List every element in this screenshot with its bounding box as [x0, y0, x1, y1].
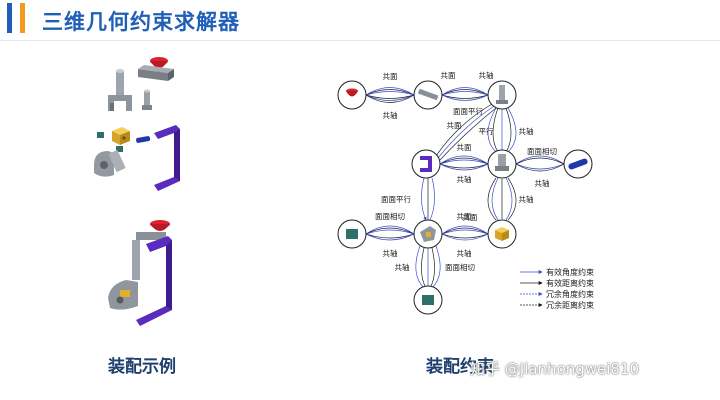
- assembled-clamp-illustration: [108, 220, 172, 326]
- legend-item-redundant-distance: 冗余距离约束: [520, 300, 594, 310]
- edge-e-h: [487, 177, 517, 221]
- node-grey-bar[interactable]: [413, 80, 443, 110]
- lower-clevis-part: [94, 149, 126, 177]
- node-clevis[interactable]: [487, 149, 517, 179]
- legend: 有效角度约束 有效距离约束 冗余角度约束 冗余距离约束: [520, 267, 594, 310]
- edge-label: 共轴: [535, 178, 550, 188]
- edge-i-g: [365, 225, 415, 241]
- edge-label: 共轴: [457, 174, 472, 184]
- grey-bar-part: [138, 65, 174, 81]
- svg-text:有效距离约束: 有效距离约束: [546, 278, 594, 288]
- caption-assembly-example: 装配示例: [108, 357, 176, 377]
- node-teal-block-2[interactable]: [413, 285, 443, 315]
- assembled-clevis: [108, 280, 138, 310]
- edge-label: 共面: [441, 71, 456, 80]
- edge-label: 共轴: [519, 126, 534, 136]
- watermark: 知乎 @Jianhongwei810: [470, 360, 640, 378]
- legend-item-valid-distance: 有效距离约束: [520, 278, 594, 288]
- node-navy-pin[interactable]: [563, 149, 593, 179]
- edge-d-g: [421, 177, 435, 221]
- edge-label: 共面: [447, 121, 462, 130]
- assembled-red-knob: [150, 220, 170, 231]
- edge-label: 平行: [479, 126, 494, 136]
- page-title: 三维几何约束求解器: [42, 10, 240, 34]
- exploded-parts-illustration: [94, 57, 180, 191]
- edge-label: 面面平行: [453, 106, 483, 116]
- legend-item-valid-angle: 有效角度约束: [520, 267, 594, 277]
- clevis-arm-part: [108, 69, 132, 111]
- navy-pin-part: [136, 136, 151, 143]
- edge-label: 共轴: [519, 194, 534, 204]
- node-purple-frame[interactable]: [411, 149, 441, 179]
- edge-label: 面面相切: [445, 262, 475, 272]
- edge-label: 面面相切: [527, 146, 557, 156]
- edge-label: 共轴: [457, 248, 472, 258]
- edge-b-c: [441, 87, 489, 101]
- edge-label: 共轴: [383, 110, 398, 120]
- svg-text:有效角度约束: 有效角度约束: [546, 267, 594, 277]
- edge-g-h: [441, 225, 489, 241]
- edge-label: 共轴: [395, 262, 410, 272]
- assembled-screw: [132, 240, 140, 280]
- edge-e-f: [515, 155, 565, 172]
- node-teal-block[interactable]: [337, 219, 367, 249]
- header-accent-orange: [20, 3, 25, 33]
- node-red-knob[interactable]: [337, 80, 367, 110]
- edge-label: 共轴: [479, 70, 494, 80]
- node-lower-clevis[interactable]: [413, 219, 443, 249]
- edge-label: 共面: [457, 143, 472, 152]
- purple-c-frame-part: [154, 125, 180, 191]
- node-gold-cube[interactable]: [487, 219, 517, 249]
- edge-label: 共面: [383, 72, 398, 81]
- edge-g-j: [415, 245, 441, 289]
- small-pin-part: [142, 89, 152, 110]
- node-screw[interactable]: [487, 80, 517, 110]
- edge-label: 面面相切: [375, 211, 405, 221]
- legend-item-redundant-angle: 冗余角度约束: [520, 289, 594, 299]
- svg-text:冗余距离约束: 冗余距离约束: [546, 300, 594, 310]
- edge-label: 共面: [457, 212, 472, 221]
- teal-block-part: [97, 132, 104, 138]
- edge-label: 面面平行: [381, 194, 411, 204]
- edge-a-b: [365, 87, 415, 103]
- svg-text:冗余角度约束: 冗余角度约束: [546, 289, 594, 299]
- header-bar: 三维几何约束求解器: [0, 0, 720, 40]
- header-accent-blue: [7, 3, 12, 33]
- header-divider: [0, 40, 720, 41]
- gold-cube-part: [112, 127, 130, 145]
- edge-label: 共轴: [383, 248, 398, 258]
- assembled-purple-frame: [136, 236, 172, 326]
- edge-d-e: [439, 155, 489, 171]
